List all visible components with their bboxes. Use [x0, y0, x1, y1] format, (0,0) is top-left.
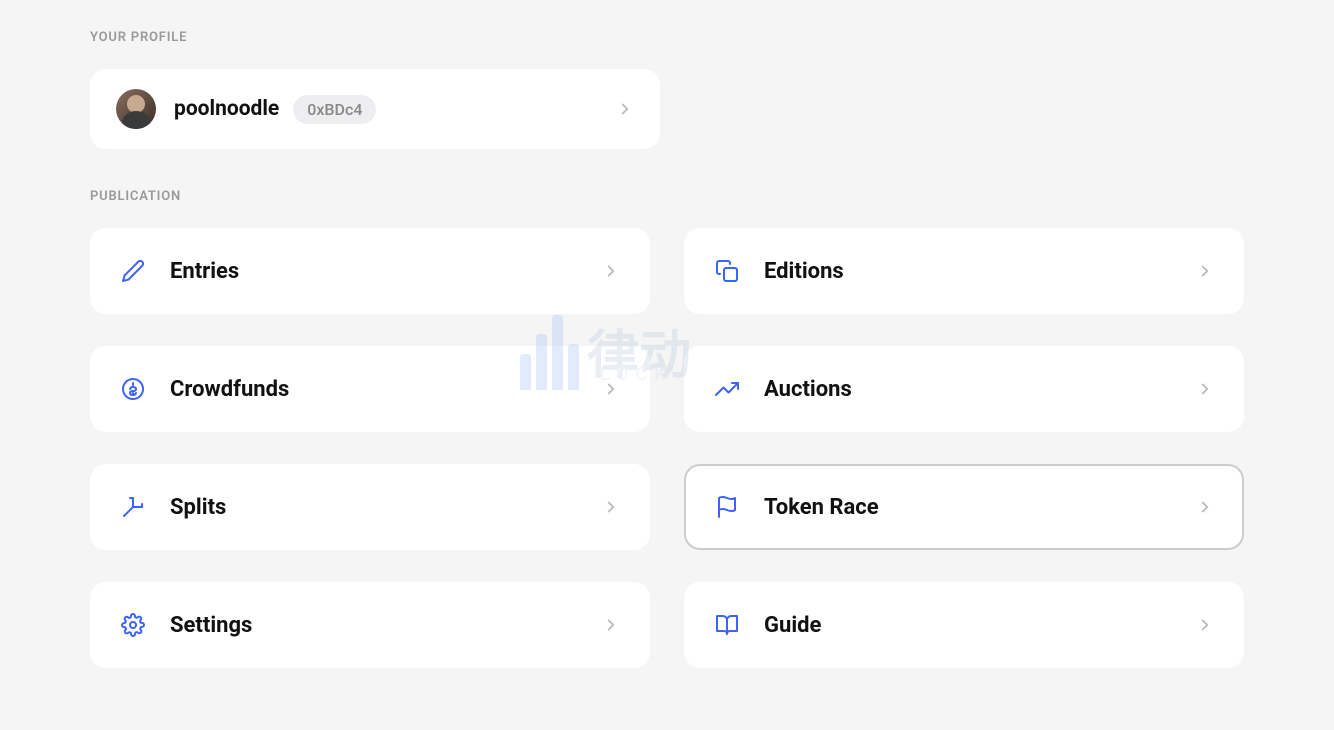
publication-section-label: PUBLICATION: [90, 189, 1244, 204]
chevron-right-icon: [1196, 380, 1214, 398]
profile-section-label: YOUR PROFILE: [90, 30, 1244, 45]
chevron-right-icon: [602, 380, 620, 398]
trend-icon: [714, 376, 740, 402]
copy-icon: [714, 258, 740, 284]
pub-label-auctions: Auctions: [764, 377, 852, 402]
pencil-icon: [120, 258, 146, 284]
pub-item-crowdfunds[interactable]: Crowdfunds: [90, 346, 650, 432]
chevron-right-icon: [1196, 262, 1214, 280]
publication-grid: Entries Editions Crowdfunds: [90, 228, 1244, 668]
profile-username: poolnoodle: [174, 97, 279, 121]
pub-item-entries[interactable]: Entries: [90, 228, 650, 314]
chevron-right-icon: [602, 498, 620, 516]
pub-label-crowdfunds: Crowdfunds: [170, 377, 289, 402]
chevron-right-icon: [602, 262, 620, 280]
chevron-right-icon: [1196, 616, 1214, 634]
address-badge: 0xBDc4: [293, 95, 376, 124]
pub-label-splits: Splits: [170, 495, 226, 520]
pub-label-entries: Entries: [170, 259, 239, 284]
pub-item-editions[interactable]: Editions: [684, 228, 1244, 314]
pub-item-guide[interactable]: Guide: [684, 582, 1244, 668]
book-icon: [714, 612, 740, 638]
profile-card[interactable]: poolnoodle 0xBDc4: [90, 69, 660, 149]
pub-label-editions: Editions: [764, 259, 844, 284]
pub-label-token-race: Token Race: [764, 495, 879, 520]
avatar: [116, 89, 156, 129]
dashboard-container: YOUR PROFILE poolnoodle 0xBDc4 PUBLICATI…: [0, 0, 1334, 730]
flag-icon: [714, 494, 740, 520]
pub-label-guide: Guide: [764, 613, 821, 638]
pub-label-settings: Settings: [170, 613, 252, 638]
pub-item-splits[interactable]: Splits: [90, 464, 650, 550]
dollar-icon: [120, 376, 146, 402]
chevron-right-icon: [602, 616, 620, 634]
chevron-right-icon: [1196, 498, 1214, 516]
chevron-right-icon: [616, 100, 634, 118]
split-icon: [120, 494, 146, 520]
pub-item-settings[interactable]: Settings: [90, 582, 650, 668]
pub-item-token-race[interactable]: Token Race: [684, 464, 1244, 550]
pub-item-auctions[interactable]: Auctions: [684, 346, 1244, 432]
gear-icon: [120, 612, 146, 638]
